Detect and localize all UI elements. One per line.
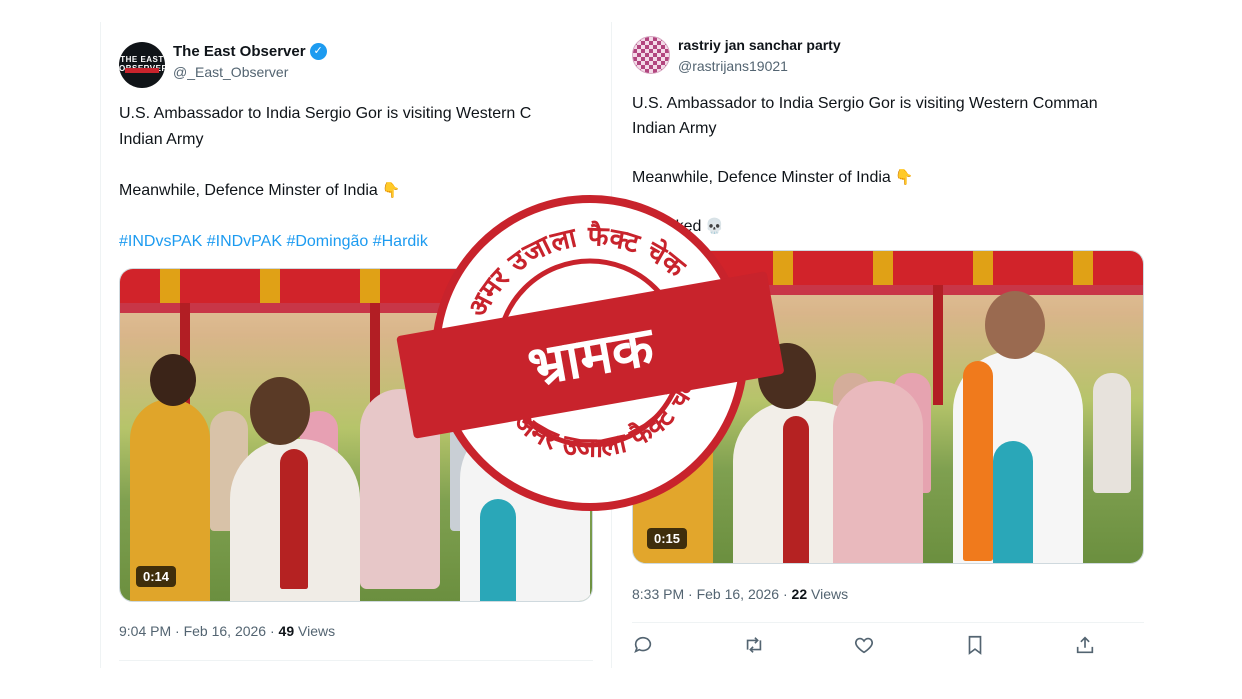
bookmark-icon[interactable] <box>964 634 988 658</box>
avatar-stripe <box>125 68 159 73</box>
timestamp[interactable]: 8:33 PM · Feb 16, 2026 · <box>632 586 792 602</box>
tweet-text-line: Indian Army <box>119 131 204 148</box>
divider <box>119 660 593 661</box>
views-count: 49 <box>278 623 295 639</box>
tweet-text: Meanwhile, Defence Minster of India <box>632 169 891 186</box>
views-label: Views <box>807 586 849 602</box>
pointing-down-emoji-icon: 👇 <box>381 182 401 199</box>
tweet-text-line: Meanwhile, Defence Minster of India 👇 <box>632 165 913 190</box>
tweet-meta: 8:33 PM · Feb 16, 2026 · 22 Views <box>632 586 848 602</box>
verified-badge-icon: ✓ <box>309 43 327 60</box>
hashtags[interactable]: #INDvsPAK #INDvPAK #Domingão #Hardik <box>119 229 428 254</box>
divider <box>632 622 1144 623</box>
display-name[interactable]: The East Observer <box>173 42 306 61</box>
retweet-icon[interactable] <box>743 634 767 658</box>
avatar[interactable] <box>632 36 670 74</box>
video-duration: 0:14 <box>136 566 177 587</box>
tweet-text-line: Indian Army <box>632 120 717 137</box>
views-count: 22 <box>791 586 808 602</box>
tweet-text-line: U.S. Ambassador to India Sergio Gor is v… <box>632 95 1098 112</box>
tweet-meta: 9:04 PM · Feb 16, 2026 · 49 Views <box>119 623 335 639</box>
video-duration: 0:15 <box>647 528 688 549</box>
timestamp[interactable]: 9:04 PM · Feb 16, 2026 · <box>119 623 279 639</box>
action-bar <box>632 634 1148 658</box>
user-handle[interactable]: @_East_Observer <box>173 62 327 82</box>
user-handle[interactable]: @rastrijans19021 <box>678 56 841 76</box>
tweet-text: Meanwhile, Defence Minster of India <box>119 182 378 199</box>
fact-check-stamp: अमर उजाला फैक्ट चेक अमर उजाला फैक्ट चेक … <box>396 195 784 511</box>
share-icon[interactable] <box>1074 634 1098 658</box>
tweet-header: THE EAST OBSERVER The East Observer ✓ @_… <box>119 42 327 88</box>
tweet-text-line: Meanwhile, Defence Minster of India 👇 <box>119 178 400 203</box>
tweet-header: rastriy jan sanchar party @rastrijans190… <box>632 36 841 76</box>
tweet-text-line: U.S. Ambassador to India Sergio Gor is v… <box>119 105 532 122</box>
reply-icon[interactable] <box>632 634 656 658</box>
author-info: The East Observer ✓ @_East_Observer <box>173 42 327 82</box>
pointing-down-emoji-icon: 👇 <box>894 169 914 186</box>
display-name[interactable]: rastriy jan sanchar party <box>678 36 841 55</box>
avatar[interactable]: THE EAST OBSERVER <box>119 42 165 88</box>
author-info: rastriy jan sanchar party @rastrijans190… <box>678 36 841 76</box>
views-label: Views <box>294 623 336 639</box>
like-icon[interactable] <box>853 634 877 658</box>
